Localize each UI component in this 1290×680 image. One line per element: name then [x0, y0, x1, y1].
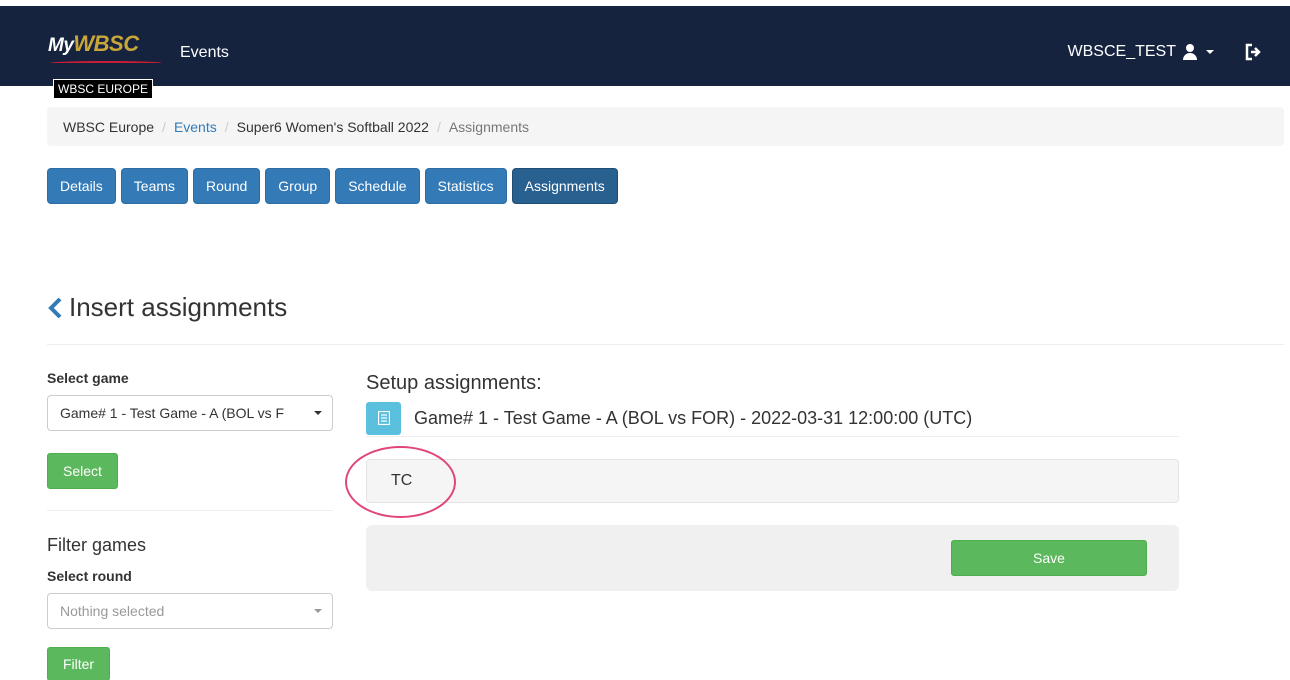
breadcrumb-separator: /: [224, 118, 229, 135]
brand-swoosh: [50, 61, 162, 65]
user-icon: [1182, 44, 1198, 60]
page-title: Insert assignments: [47, 292, 287, 323]
game-details-button[interactable]: [366, 401, 401, 435]
role-row-tc: TC: [366, 459, 1179, 503]
caret-down-icon: [314, 609, 322, 613]
breadcrumb-separator: /: [162, 118, 166, 135]
logout-icon[interactable]: [1244, 43, 1262, 61]
back-chevron-icon[interactable]: [47, 297, 63, 319]
tab-details[interactable]: Details: [47, 168, 116, 204]
filter-games-title: Filter games: [47, 535, 147, 555]
username-label: WBSCE_TEST: [1067, 43, 1176, 60]
list-icon: [377, 411, 390, 425]
brand-badge: WBSC EUROPE: [53, 79, 154, 99]
select-button[interactable]: Select: [47, 453, 118, 489]
breadcrumb-separator: /: [436, 118, 441, 135]
tab-schedule[interactable]: Schedule: [335, 168, 420, 204]
caret-down-icon: [1206, 50, 1214, 54]
divider: [47, 510, 333, 511]
divider: [47, 344, 1284, 345]
page-title-text: Insert assignments: [69, 292, 288, 322]
tab-round[interactable]: Round: [193, 168, 261, 204]
breadcrumb: WBSC Europe / Events / Super6 Women's So…: [47, 107, 1284, 146]
brand-logo[interactable]: MyWBSC WBSC EUROPE: [48, 31, 162, 99]
select-round-label: Select round: [47, 568, 132, 584]
select-game-value: Game# 1 - Test Game - A (BOL vs F: [60, 405, 285, 421]
breadcrumb-item-events[interactable]: Events: [174, 119, 217, 135]
game-header: Game# 1 - Test Game - A (BOL vs FOR) - 2…: [366, 400, 1179, 437]
tab-assignments[interactable]: Assignments: [511, 168, 618, 204]
top-navbar: MyWBSC WBSC EUROPE Events WBSCE_TEST: [0, 0, 1290, 99]
user-menu[interactable]: WBSCE_TEST: [1068, 43, 1214, 61]
navbar-bar: MyWBSC WBSC EUROPE Events WBSCE_TEST: [0, 6, 1290, 99]
game-title: Game# 1 - Test Game - A (BOL vs FOR) - 2…: [414, 407, 973, 428]
tab-group[interactable]: Group: [265, 168, 331, 204]
save-button[interactable]: Save: [951, 540, 1147, 576]
select-round-placeholder: Nothing selected: [60, 603, 165, 619]
setup-assignments-title: Setup assignments:: [366, 372, 542, 394]
filter-button[interactable]: Filter: [47, 647, 110, 680]
highlight-annotation: [345, 446, 456, 518]
breadcrumb-item-event[interactable]: Super6 Women's Softball 2022: [237, 119, 429, 135]
select-game-dropdown[interactable]: Game# 1 - Test Game - A (BOL vs F: [47, 395, 333, 431]
breadcrumb-item-wbsc-europe[interactable]: WBSC Europe: [63, 119, 154, 135]
event-tabs: Details Teams Round Group Schedule Stati…: [47, 168, 618, 204]
breadcrumb-item-assignments: Assignments: [448, 118, 529, 135]
tab-teams[interactable]: Teams: [120, 168, 189, 204]
nav-events-link[interactable]: Events: [180, 44, 229, 62]
select-round-dropdown[interactable]: Nothing selected: [47, 593, 333, 629]
select-game-label: Select game: [47, 370, 129, 386]
tab-statistics[interactable]: Statistics: [424, 168, 507, 204]
caret-down-icon: [314, 411, 322, 415]
brand-wordmark: MyWBSC: [48, 31, 139, 56]
